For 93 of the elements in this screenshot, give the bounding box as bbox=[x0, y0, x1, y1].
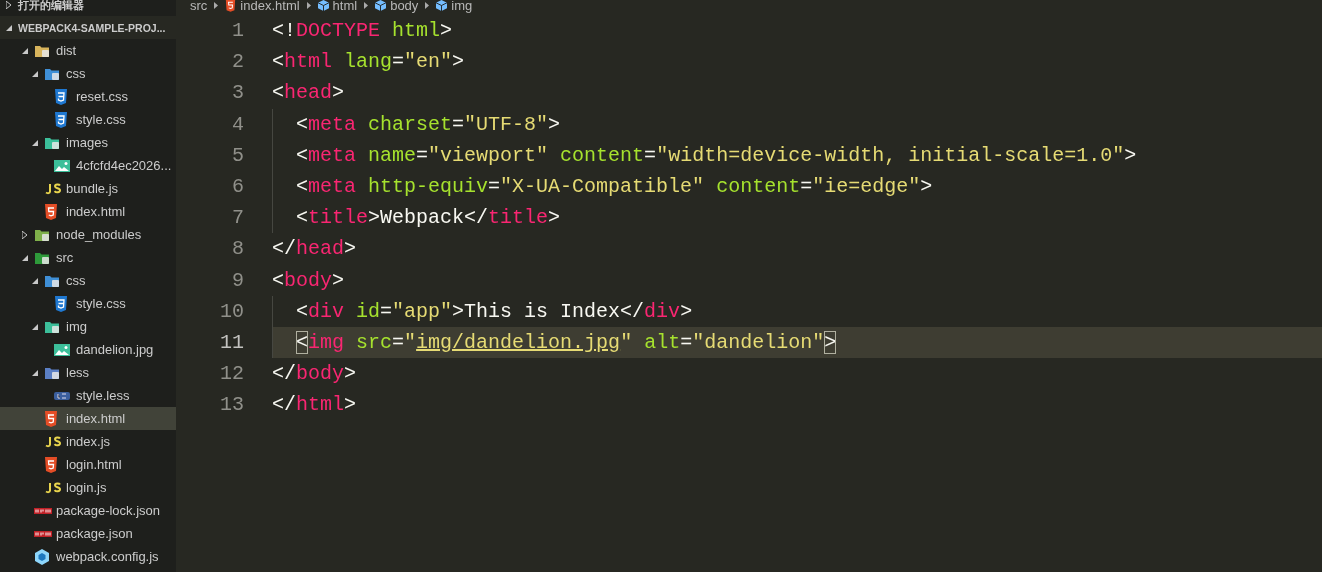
tree-item[interactable]: bundle.js bbox=[0, 177, 176, 200]
tree-item[interactable]: style.css bbox=[0, 108, 176, 131]
tree-item[interactable]: dandelion.jpg bbox=[0, 338, 176, 361]
expanded-arrow-icon bbox=[32, 369, 38, 376]
tree-item[interactable]: index.html bbox=[0, 407, 176, 430]
tree-item[interactable]: dist bbox=[0, 39, 176, 62]
tree-item[interactable]: css bbox=[0, 62, 176, 85]
line-number: 12 bbox=[219, 362, 245, 386]
line-number: 2 bbox=[231, 50, 245, 74]
chevron-icon bbox=[306, 1, 311, 9]
tree-item[interactable]: node_modules bbox=[0, 223, 176, 246]
tree-item[interactable]: images bbox=[0, 131, 176, 154]
folder-icon bbox=[44, 319, 60, 334]
breadcrumb-item[interactable]: body bbox=[375, 0, 419, 13]
line-number: 5 bbox=[231, 143, 245, 167]
line-number: 13 bbox=[219, 393, 245, 417]
js-file-icon bbox=[44, 435, 62, 448]
chevron-icon bbox=[425, 1, 430, 9]
less-file-icon bbox=[54, 390, 70, 401]
tree-item[interactable]: package.json bbox=[0, 522, 176, 545]
line-number: 9 bbox=[231, 268, 245, 292]
image-file-icon bbox=[54, 159, 70, 172]
line-number: 7 bbox=[231, 206, 245, 230]
js-file-icon bbox=[44, 481, 62, 494]
cube-icon bbox=[317, 0, 329, 11]
chevron-icon bbox=[364, 1, 369, 9]
code-line: </body> bbox=[272, 361, 358, 388]
image-file-icon bbox=[54, 343, 70, 356]
tree-item[interactable]: login.html bbox=[0, 453, 176, 476]
folder-icon bbox=[34, 227, 50, 242]
collapsed-arrow-icon bbox=[22, 230, 27, 239]
tree-item[interactable]: index.js bbox=[0, 430, 176, 453]
tree-item[interactable]: style.less bbox=[0, 384, 176, 407]
line-number: 8 bbox=[231, 237, 245, 261]
expanded-arrow-icon bbox=[6, 24, 12, 31]
html-file-icon bbox=[44, 456, 58, 473]
code-line: <!DOCTYPE html> bbox=[272, 18, 454, 45]
tree-item[interactable]: package-lock.json bbox=[0, 499, 176, 522]
chevron-icon bbox=[214, 1, 219, 9]
expanded-arrow-icon bbox=[22, 254, 28, 261]
folder-icon bbox=[44, 66, 60, 81]
file-link[interactable]: img/dandelion.jpg bbox=[416, 330, 621, 354]
breadcrumb-item[interactable]: src bbox=[190, 0, 208, 13]
folder-icon bbox=[34, 43, 50, 58]
tree-item[interactable]: reset.css bbox=[0, 85, 176, 108]
tree-item[interactable]: src bbox=[0, 246, 176, 269]
folder-icon bbox=[34, 250, 50, 265]
tree-item[interactable]: index.html bbox=[0, 200, 176, 223]
folder-icon bbox=[44, 365, 60, 380]
line-number: 10 bbox=[219, 299, 245, 323]
breadcrumb-item[interactable]: img bbox=[436, 0, 473, 13]
code-line: <html lang="en"> bbox=[272, 49, 466, 76]
line-number: 1 bbox=[231, 19, 245, 43]
line-number: 11 bbox=[219, 330, 245, 354]
tree-item[interactable]: login.js bbox=[0, 476, 176, 499]
folder-icon bbox=[44, 273, 60, 288]
expanded-arrow-icon bbox=[32, 277, 38, 284]
collapsed-arrow-icon bbox=[6, 1, 11, 9]
code-line: <body> bbox=[272, 267, 346, 294]
code-line: </html> bbox=[272, 392, 358, 419]
code-line: </head> bbox=[272, 236, 358, 263]
breadcrumb-item[interactable]: index.html bbox=[225, 0, 300, 13]
cube-icon bbox=[34, 548, 50, 565]
line-number: 3 bbox=[231, 81, 245, 105]
cube-icon bbox=[375, 0, 387, 11]
expanded-arrow-icon bbox=[32, 323, 38, 330]
css-file-icon bbox=[54, 111, 68, 128]
html-file-icon bbox=[225, 0, 237, 12]
npm-file-icon bbox=[34, 529, 52, 538]
cube-icon bbox=[436, 0, 448, 11]
tree-item[interactable]: 4cfcfd4ec2026... bbox=[0, 154, 176, 177]
js-file-icon bbox=[44, 182, 62, 195]
css-file-icon bbox=[54, 88, 68, 105]
html-file-icon bbox=[44, 410, 58, 427]
css-file-icon bbox=[54, 295, 68, 312]
tree-item[interactable]: webpack.config.js bbox=[0, 545, 176, 568]
tree-item[interactable]: img bbox=[0, 315, 176, 338]
line-number: 6 bbox=[231, 175, 245, 199]
code-line: <head> bbox=[272, 80, 346, 107]
matched-bracket: < bbox=[296, 330, 308, 354]
expanded-arrow-icon bbox=[32, 139, 38, 146]
folder-icon bbox=[44, 135, 60, 150]
npm-file-icon bbox=[34, 506, 52, 515]
section-header[interactable]: WEBPACK4-SAMPLE-PROJ... bbox=[0, 16, 176, 39]
tree-item[interactable]: less bbox=[0, 361, 176, 384]
breadcrumb-item[interactable]: html bbox=[317, 0, 358, 13]
html-file-icon bbox=[44, 203, 58, 220]
tree-item[interactable]: style.css bbox=[0, 292, 176, 315]
expanded-arrow-icon bbox=[32, 70, 38, 77]
expanded-arrow-icon bbox=[22, 47, 28, 54]
line-number: 4 bbox=[231, 112, 245, 136]
tree-item[interactable]: css bbox=[0, 269, 176, 292]
matched-bracket: > bbox=[824, 330, 837, 354]
